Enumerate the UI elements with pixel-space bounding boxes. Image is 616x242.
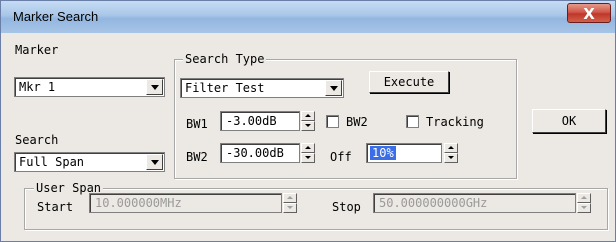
execute-button-label: Execute [383,75,435,89]
start-value: 10.000000MHz [95,196,182,210]
spin-down-icon[interactable] [444,153,458,163]
bw1-input[interactable]: -3.00dB [220,111,300,131]
close-button[interactable]: X [567,3,611,23]
marker-search-dialog: Marker Search X Marker Mkr 1 Search Full… [0,0,616,242]
chevron-down-icon[interactable] [325,80,342,96]
search-label: Search [15,133,59,147]
bw2-input[interactable]: -30.00dB [220,143,300,163]
marker-select-value: Mkr 1 [19,80,56,94]
marker-label: Marker [15,43,59,57]
search-select-value: Full Span [19,155,85,169]
start-spinner[interactable] [283,193,297,213]
off-value: 10% [370,146,396,160]
spin-up-icon[interactable] [283,193,297,203]
start-input[interactable]: 10.000000MHz [89,193,282,213]
bw2-checkbox-label: BW2 [346,115,368,129]
off-input[interactable]: 10% [366,143,442,163]
window-title: Marker Search [13,9,99,24]
tracking-checkbox[interactable] [406,115,419,128]
ok-button-label: OK [561,114,577,128]
chevron-down-icon[interactable] [146,79,163,95]
bw1-spinner[interactable] [301,111,315,131]
marker-select[interactable]: Mkr 1 [14,77,165,97]
close-icon: X [583,5,595,23]
title-bar[interactable]: Marker Search X [1,1,615,33]
stop-label: Stop [332,200,361,214]
spin-down-icon[interactable] [301,153,315,163]
spin-down-icon[interactable] [577,203,591,213]
bw2-spinner[interactable] [301,143,315,163]
bw1-value: -3.00dB [226,114,277,128]
stop-value: 50.000000000GHz [379,196,488,210]
start-label: Start [37,200,74,214]
bw2-label: BW2 [186,150,208,164]
tracking-checkbox-label: Tracking [426,115,484,129]
search-type-select[interactable]: Filter Test [180,78,344,98]
stop-spinner[interactable] [577,193,591,213]
search-select[interactable]: Full Span [14,152,165,172]
search-type-group-title: Search Type [183,52,267,66]
spin-down-icon[interactable] [301,121,315,131]
execute-button[interactable]: Execute [369,71,449,93]
off-label: Off [330,150,352,164]
spin-down-icon[interactable] [283,203,297,213]
bw1-label: BW1 [186,117,208,131]
chevron-down-icon[interactable] [146,154,163,170]
bw2-value: -30.00dB [226,146,284,160]
off-spinner[interactable] [444,143,458,163]
ok-button[interactable]: OK [532,109,606,133]
stop-input[interactable]: 50.000000000GHz [373,193,576,213]
spin-up-icon[interactable] [301,143,315,153]
spin-up-icon[interactable] [577,193,591,203]
spin-up-icon[interactable] [301,111,315,121]
search-type-select-value: Filter Test [185,81,265,95]
dialog-body: Marker Mkr 1 Search Full Span Search Typ… [1,33,615,241]
bw2-checkbox[interactable] [326,115,339,128]
spin-up-icon[interactable] [444,143,458,153]
